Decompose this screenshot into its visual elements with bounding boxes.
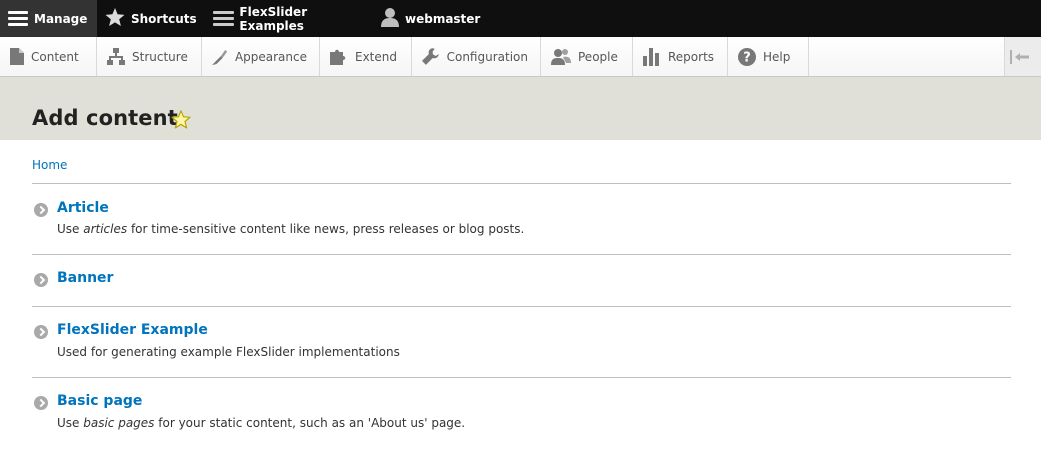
file-icon xyxy=(10,48,24,65)
svg-text:?: ? xyxy=(743,50,751,65)
menu-item-configuration[interactable]: Configuration xyxy=(412,37,541,76)
page-title: Add content xyxy=(32,106,178,130)
manage-label: Manage xyxy=(34,11,88,26)
content-type-description: Used for generating example FlexSlider i… xyxy=(57,345,400,359)
shortcuts-label: Shortcuts xyxy=(131,11,197,26)
people-icon xyxy=(551,49,571,65)
menu-item-label: Reports xyxy=(668,49,715,64)
description-text: Use xyxy=(57,416,84,430)
content-type-list: Article Use articles for time-sensitive … xyxy=(32,183,1011,448)
list-item: Banner xyxy=(32,255,1011,307)
chevron-circle-icon xyxy=(34,203,48,217)
help-icon: ? xyxy=(738,47,756,66)
content-type-link-flexslider-example[interactable]: FlexSlider Example xyxy=(57,322,208,338)
description-text: Use xyxy=(57,222,84,236)
menu-item-reports[interactable]: Reports xyxy=(633,37,728,76)
menu-icon xyxy=(213,11,234,26)
content-type-link-basic-page[interactable]: Basic page xyxy=(57,393,142,409)
chevron-circle-icon xyxy=(34,273,48,287)
menu-item-label: Extend xyxy=(355,49,397,64)
chevron-circle-icon xyxy=(34,396,48,410)
content-type-link-article[interactable]: Article xyxy=(57,200,109,216)
user-tab[interactable]: webmaster xyxy=(372,0,480,37)
menu-item-help[interactable]: ? Help xyxy=(728,37,809,76)
menu-item-label: Help xyxy=(763,49,791,64)
list-item: Article Use articles for time-sensitive … xyxy=(32,184,1011,255)
tray-spacer xyxy=(809,37,1004,76)
admin-menu-tray: Content Structure Appearance Extend Conf… xyxy=(0,37,1041,77)
chevron-circle-icon xyxy=(34,325,48,339)
flexslider-examples-tab[interactable]: FlexSlider Examples xyxy=(204,0,372,37)
orientation-toggle-button[interactable] xyxy=(1004,37,1041,76)
page-header: Add content xyxy=(0,77,1041,140)
menu-item-extend[interactable]: Extend xyxy=(320,37,412,76)
user-icon xyxy=(381,7,399,30)
sitemap-icon xyxy=(107,48,125,65)
wrench-icon xyxy=(422,47,439,65)
description-text: for your static content, such as an 'Abo… xyxy=(154,416,466,430)
puzzle-icon xyxy=(330,49,346,65)
list-item: Basic page Use basic pages for your stat… xyxy=(32,378,1011,448)
content-type-link-banner[interactable]: Banner xyxy=(57,270,113,286)
breadcrumb-home-link[interactable]: Home xyxy=(32,158,67,172)
description-emphasis: articles xyxy=(83,222,128,236)
menu-item-appearance[interactable]: Appearance xyxy=(202,37,320,76)
description-text: for time-sensitive content like news, pr… xyxy=(127,222,525,236)
menu-item-label: Configuration xyxy=(446,49,528,64)
user-label: webmaster xyxy=(405,11,481,26)
description-emphasis: basic pages xyxy=(83,416,155,430)
list-item: FlexSlider Example Used for generating e… xyxy=(32,307,1011,378)
shortcuts-tab[interactable]: Shortcuts xyxy=(97,0,204,37)
menu-item-people[interactable]: People xyxy=(541,37,633,76)
content-type-description: Use articles for time-sensitive content … xyxy=(57,222,524,236)
bar-chart-icon xyxy=(643,47,659,66)
star-icon xyxy=(105,7,125,30)
admin-toolbar: Manage Shortcuts FlexSlider Examples web… xyxy=(0,0,1041,37)
content-type-description: Use basic pages for your static content,… xyxy=(57,416,465,430)
manage-tab[interactable]: Manage xyxy=(0,0,97,37)
shortcut-star-icon[interactable] xyxy=(171,110,191,133)
menu-item-label: Content xyxy=(31,49,79,64)
menu-item-label: Structure xyxy=(132,49,188,64)
collapse-arrow-icon xyxy=(1009,49,1029,64)
hamburger-icon xyxy=(8,11,28,26)
menu-item-structure[interactable]: Structure xyxy=(97,37,202,76)
menu-item-label: People xyxy=(578,49,618,64)
menu-item-label: Appearance xyxy=(234,49,307,64)
menu-item-content[interactable]: Content xyxy=(0,37,97,76)
paintbrush-icon xyxy=(212,49,228,65)
description-text: Used for generating example FlexSlider i… xyxy=(57,345,400,359)
flexslider-examples-label: FlexSlider Examples xyxy=(239,4,308,33)
